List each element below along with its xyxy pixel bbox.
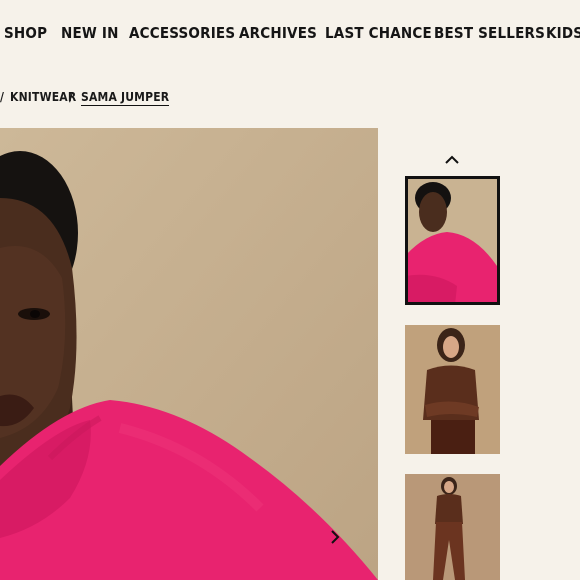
nav-item-last-chance[interactable]: LAST CHANCE (325, 24, 432, 42)
breadcrumb-separator: / (0, 90, 5, 104)
chevron-up-icon[interactable] (444, 152, 460, 168)
nav-item-shop[interactable]: SHOP (4, 24, 47, 42)
breadcrumb-current-product: SAMA JUMPER (81, 90, 170, 106)
nav-item-accessories[interactable]: ACCESSORIES (129, 24, 235, 42)
breadcrumb-knitwear[interactable]: KNITWEAR (10, 90, 76, 104)
nav-item-best-sellers[interactable]: BEST SELLERS (434, 24, 545, 42)
nav-item-archives[interactable]: ARCHIVES (239, 24, 317, 42)
thumbnail-model-pink-jumper[interactable] (405, 176, 500, 305)
main-product-image[interactable] (0, 128, 378, 580)
chevron-right-icon[interactable] (330, 530, 346, 546)
main-nav: SHOP NEW IN ACCESSORIES ARCHIVES LAST CH… (0, 18, 580, 48)
nav-item-new-in[interactable]: NEW IN (61, 24, 119, 42)
breadcrumb-separator: / (69, 90, 74, 104)
nav-item-kids[interactable]: KIDS (546, 24, 580, 42)
thumbnail-model-brown-jumper-full-length[interactable] (405, 474, 500, 580)
thumbnail-model-brown-jumper-crossed-arms[interactable] (405, 325, 500, 454)
